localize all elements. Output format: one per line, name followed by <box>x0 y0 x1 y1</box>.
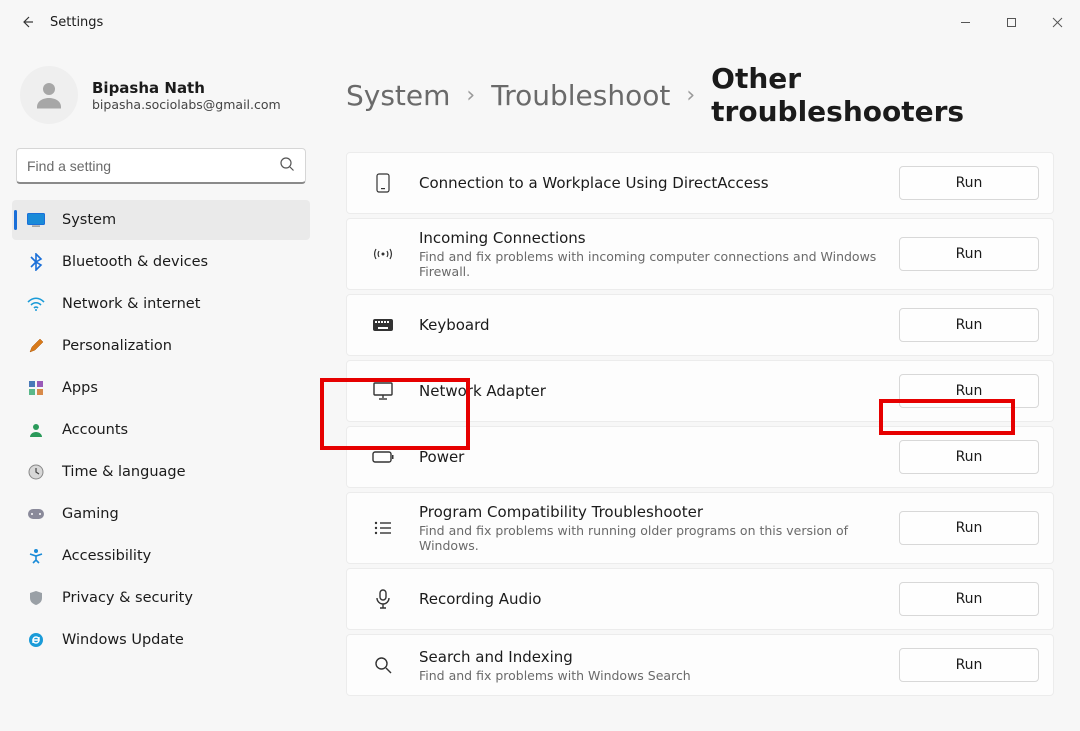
troubleshooter-keyboard: Keyboard Run <box>346 294 1054 356</box>
sidebar-item-privacy[interactable]: Privacy & security <box>12 578 310 618</box>
sidebar-item-label: Personalization <box>62 338 172 354</box>
bluetooth-icon <box>26 252 46 272</box>
app-body: Bipasha Nath bipasha.sociolabs@gmail.com… <box>0 44 1080 731</box>
update-icon <box>26 630 46 650</box>
sidebar-item-label: Bluetooth & devices <box>62 254 208 270</box>
microphone-icon <box>369 585 397 613</box>
card-title: Incoming Connections <box>419 229 899 247</box>
sidebar-item-gaming[interactable]: Gaming <box>12 494 310 534</box>
title-bar: Settings <box>0 0 1080 44</box>
run-button[interactable]: Run <box>899 166 1039 200</box>
person-icon <box>26 420 46 440</box>
sidebar-item-label: System <box>62 212 116 228</box>
card-title: Recording Audio <box>419 590 899 608</box>
back-button[interactable] <box>10 5 44 39</box>
chevron-right-icon: › <box>466 83 475 108</box>
troubleshooter-recording-audio: Recording Audio Run <box>346 568 1054 630</box>
card-title: Power <box>419 448 899 466</box>
sidebar-item-label: Apps <box>62 380 98 396</box>
sidebar-item-update[interactable]: Windows Update <box>12 620 310 660</box>
card-subtitle: Find and fix problems with Windows Searc… <box>419 668 899 683</box>
troubleshooter-compatibility: Program Compatibility Troubleshooter Fin… <box>346 492 1054 564</box>
card-subtitle: Find and fix problems with incoming comp… <box>419 249 899 279</box>
breadcrumb-current: Other troubleshooters <box>711 62 1054 128</box>
main-content: System › Troubleshoot › Other troublesho… <box>320 44 1080 731</box>
profile-name: Bipasha Nath <box>92 79 281 97</box>
troubleshooter-search-indexing: Search and Indexing Find and fix problem… <box>346 634 1054 696</box>
nav-list: System Bluetooth & devices Network & int… <box>12 200 310 660</box>
keyboard-icon <box>369 311 397 339</box>
breadcrumb-root[interactable]: System <box>346 79 450 112</box>
run-button[interactable]: Run <box>899 648 1039 682</box>
sidebar-item-label: Gaming <box>62 506 119 522</box>
sidebar-item-label: Accessibility <box>62 548 151 564</box>
maximize-button[interactable] <box>988 6 1034 38</box>
list-icon <box>369 514 397 542</box>
antenna-icon <box>369 240 397 268</box>
brush-icon <box>26 336 46 356</box>
sidebar-item-personalization[interactable]: Personalization <box>12 326 310 366</box>
breadcrumb: System › Troubleshoot › Other troublesho… <box>346 62 1054 128</box>
breadcrumb-mid[interactable]: Troubleshoot <box>491 79 670 112</box>
search-box[interactable] <box>16 148 306 184</box>
troubleshooter-directaccess: Connection to a Workplace Using DirectAc… <box>346 152 1054 214</box>
run-button[interactable]: Run <box>899 237 1039 271</box>
minimize-button[interactable] <box>942 6 988 38</box>
gamepad-icon <box>26 504 46 524</box>
search-icon <box>279 156 295 176</box>
troubleshooter-power: Power Run <box>346 426 1054 488</box>
wifi-icon <box>26 294 46 314</box>
shield-icon <box>26 588 46 608</box>
sidebar-item-apps[interactable]: Apps <box>12 368 310 408</box>
card-subtitle: Find and fix problems with running older… <box>419 523 899 553</box>
sidebar: Bipasha Nath bipasha.sociolabs@gmail.com… <box>0 44 320 731</box>
troubleshooter-network-adapter: Network Adapter Run <box>346 360 1054 422</box>
chevron-right-icon: › <box>686 83 695 108</box>
card-title: Keyboard <box>419 316 899 334</box>
sidebar-item-network[interactable]: Network & internet <box>12 284 310 324</box>
run-button[interactable]: Run <box>899 582 1039 616</box>
run-button[interactable]: Run <box>899 440 1039 474</box>
clock-icon <box>26 462 46 482</box>
accessibility-icon <box>26 546 46 566</box>
sidebar-item-system[interactable]: System <box>12 200 310 240</box>
search-icon <box>369 651 397 679</box>
system-icon <box>26 210 46 230</box>
card-title: Network Adapter <box>419 382 899 400</box>
avatar <box>20 66 78 124</box>
sidebar-item-bluetooth[interactable]: Bluetooth & devices <box>12 242 310 282</box>
run-button[interactable]: Run <box>899 374 1039 408</box>
sidebar-item-label: Time & language <box>62 464 186 480</box>
battery-icon <box>369 443 397 471</box>
close-button[interactable] <box>1034 6 1080 38</box>
window-title: Settings <box>50 15 103 30</box>
briefcase-icon <box>369 169 397 197</box>
sidebar-item-accounts[interactable]: Accounts <box>12 410 310 450</box>
troubleshooter-list: Connection to a Workplace Using DirectAc… <box>346 152 1054 696</box>
run-button[interactable]: Run <box>899 308 1039 342</box>
sidebar-item-label: Accounts <box>62 422 128 438</box>
sidebar-item-label: Network & internet <box>62 296 200 312</box>
card-title: Connection to a Workplace Using DirectAc… <box>419 174 899 192</box>
search-input[interactable] <box>27 158 279 174</box>
card-title: Program Compatibility Troubleshooter <box>419 503 899 521</box>
window-controls <box>942 6 1080 38</box>
sidebar-item-accessibility[interactable]: Accessibility <box>12 536 310 576</box>
apps-icon <box>26 378 46 398</box>
run-button[interactable]: Run <box>899 511 1039 545</box>
card-title: Search and Indexing <box>419 648 899 666</box>
sidebar-item-time[interactable]: Time & language <box>12 452 310 492</box>
profile-email: bipasha.sociolabs@gmail.com <box>92 97 281 112</box>
profile-block[interactable]: Bipasha Nath bipasha.sociolabs@gmail.com <box>12 56 310 142</box>
monitor-icon <box>369 377 397 405</box>
sidebar-item-label: Windows Update <box>62 632 184 648</box>
troubleshooter-incoming: Incoming Connections Find and fix proble… <box>346 218 1054 290</box>
sidebar-item-label: Privacy & security <box>62 590 193 606</box>
